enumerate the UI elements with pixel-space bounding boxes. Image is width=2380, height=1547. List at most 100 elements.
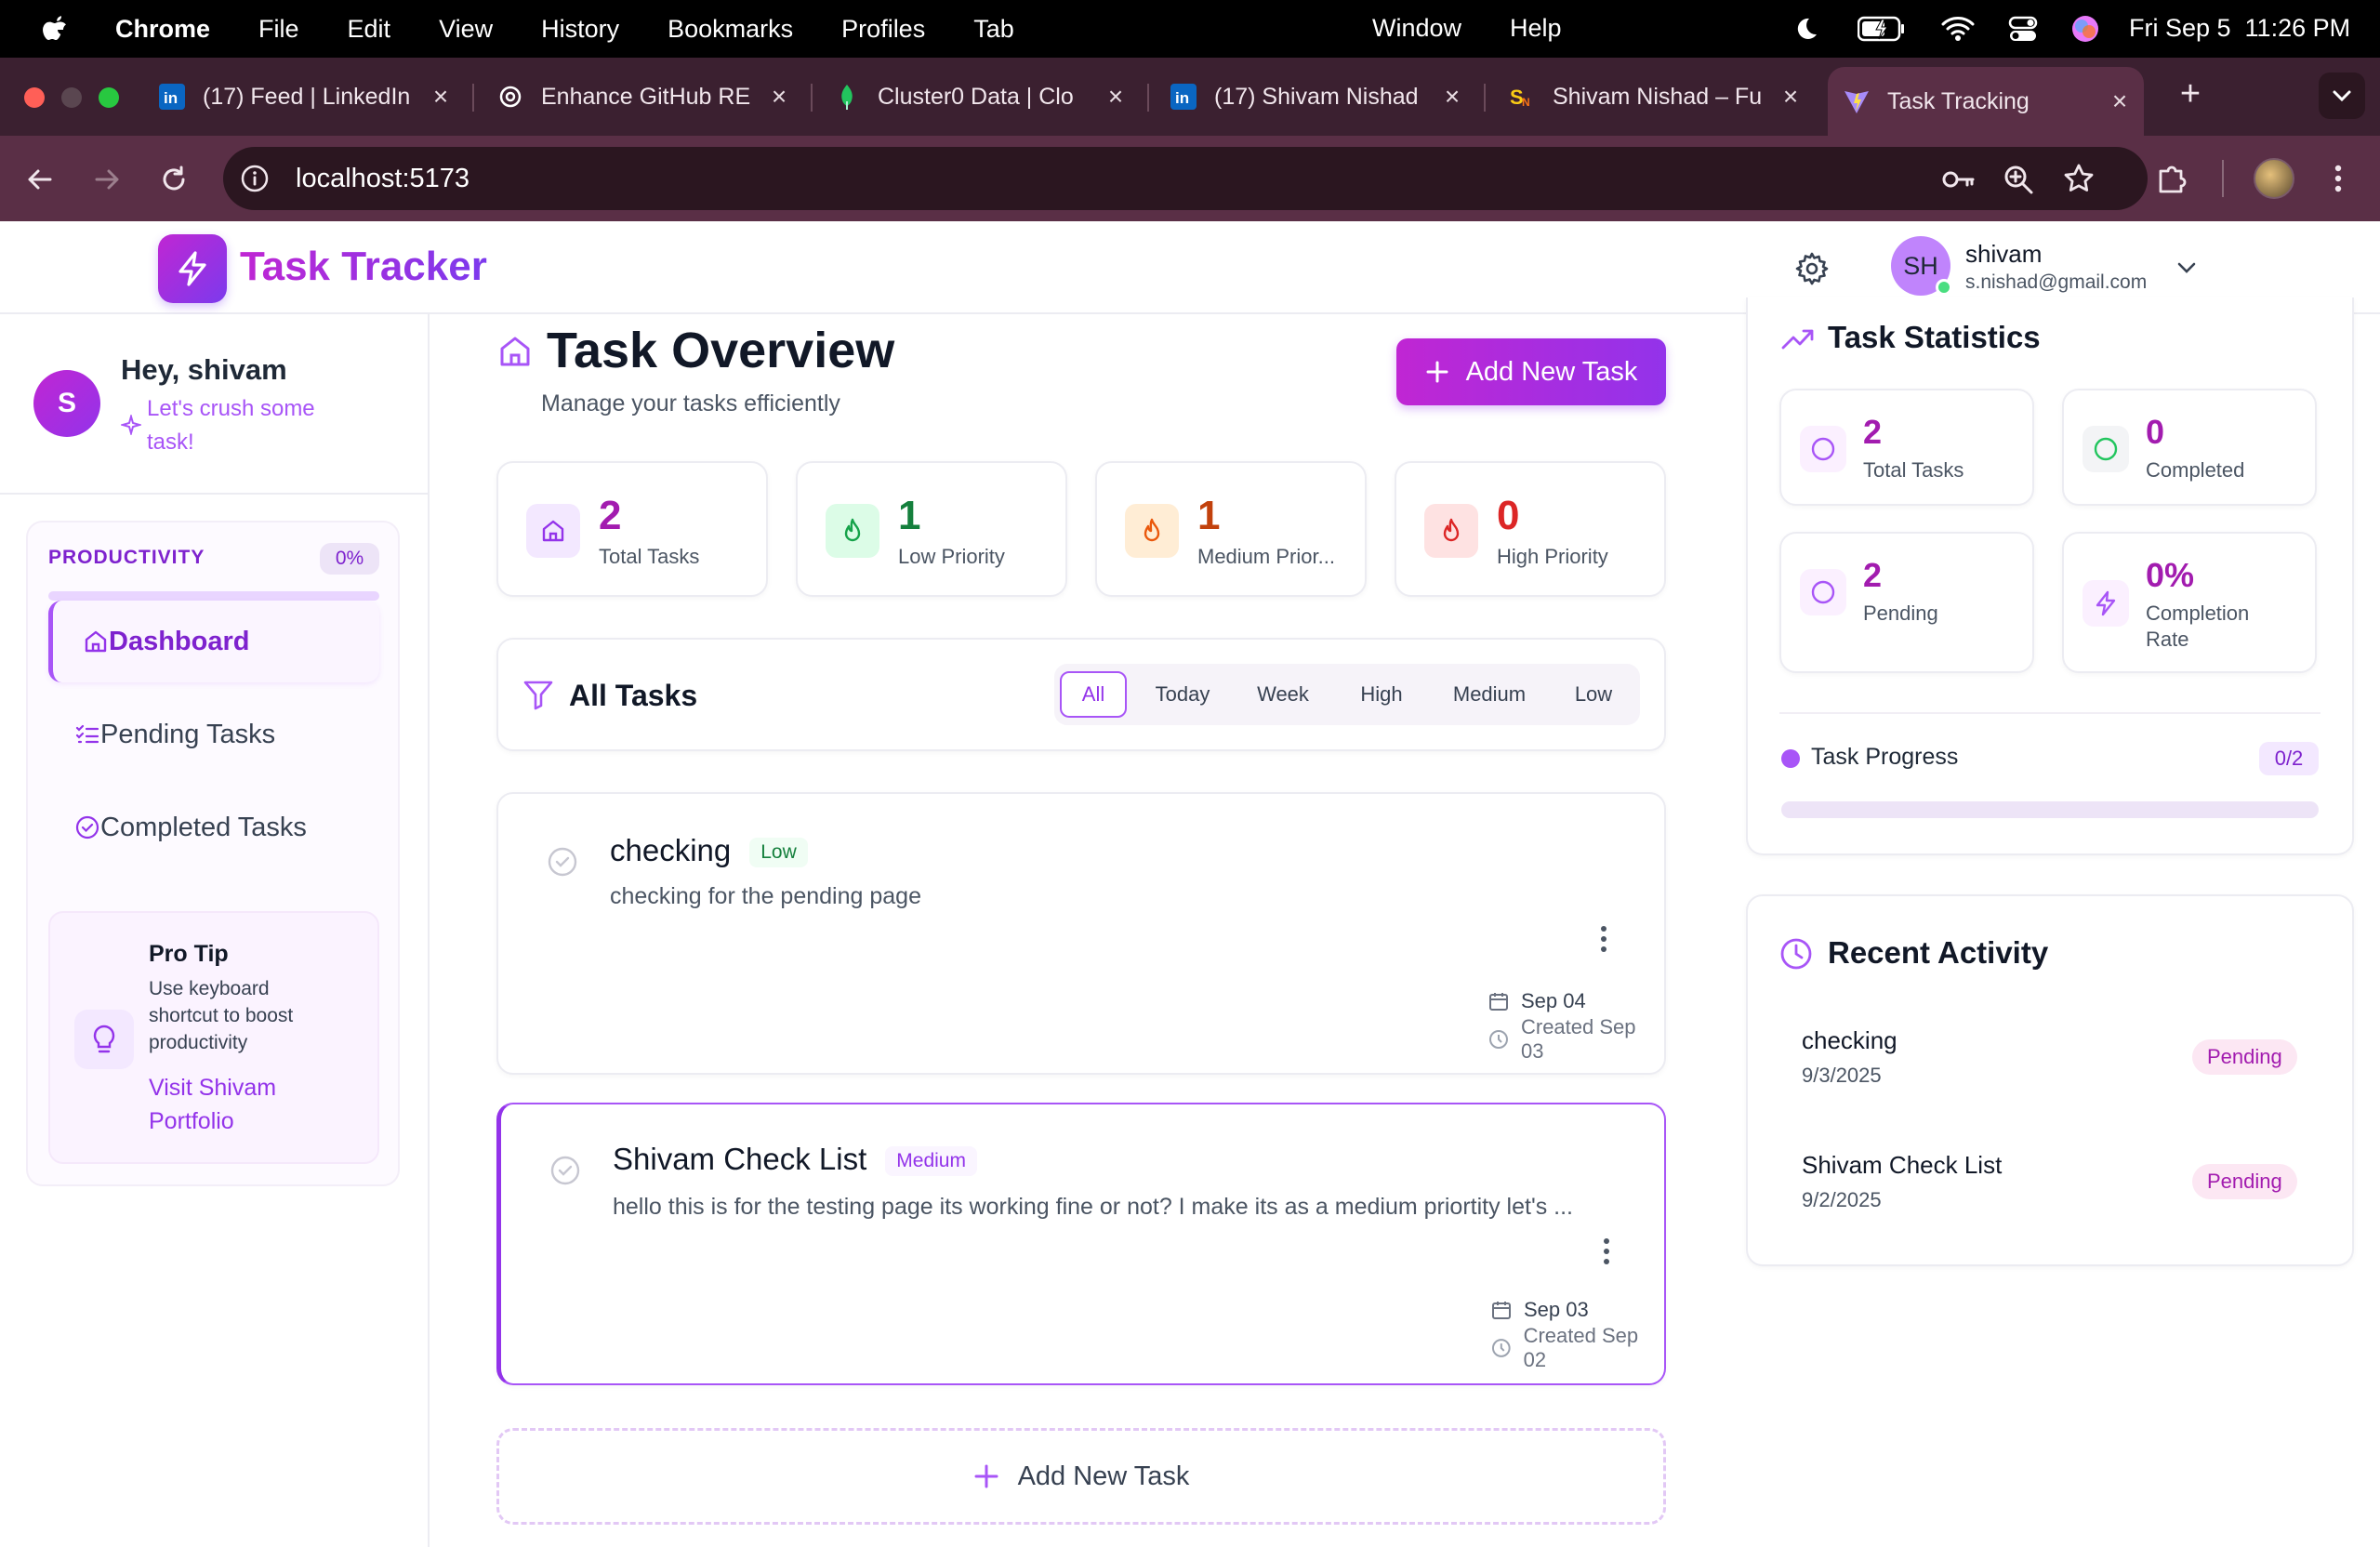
statistics-title: Task Statistics xyxy=(1828,320,2041,354)
portfolio-link-line2[interactable]: Portfolio xyxy=(149,1108,234,1135)
add-new-task-footer-button[interactable]: Add New Task xyxy=(496,1428,1666,1525)
page-subtitle: Manage your tasks efficiently xyxy=(541,390,840,416)
window-zoom-button[interactable] xyxy=(99,87,119,108)
siri-icon[interactable] xyxy=(2071,15,2099,43)
stat-label: Pending xyxy=(1863,602,1938,625)
battery-icon[interactable] xyxy=(1858,16,1906,42)
task-description: hello this is for the testing page its w… xyxy=(613,1194,1574,1220)
user-name: shivam xyxy=(1965,240,2043,268)
status-badge: Pending xyxy=(2192,1164,2297,1199)
task-title: checking xyxy=(610,833,732,867)
page-title: Task Overview xyxy=(547,323,895,378)
home-icon xyxy=(496,333,534,370)
lightning-icon xyxy=(178,251,206,286)
sidebar-item-pending-tasks[interactable]: Pending Tasks xyxy=(48,699,379,770)
sidebar-tagline-line1: Let's crush some xyxy=(147,396,315,421)
filter-high[interactable]: High xyxy=(1337,671,1426,718)
browser-tab[interactable]: SN Shivam Nishad – Fu × xyxy=(1508,71,1805,123)
new-tab-button[interactable]: + xyxy=(2174,74,2207,119)
calendar-icon xyxy=(1489,993,1508,1011)
logo[interactable] xyxy=(158,234,227,303)
menu-app-name[interactable]: Chrome xyxy=(115,15,210,44)
task-menu-icon[interactable] xyxy=(1599,924,1608,954)
profile-avatar[interactable] xyxy=(2254,158,2294,199)
menu-help[interactable]: Help xyxy=(1510,14,1562,43)
bookmark-star-icon[interactable] xyxy=(2062,162,2096,195)
sidebar-item-completed-tasks[interactable]: Completed Tasks xyxy=(48,792,379,863)
filter-medium[interactable]: Medium xyxy=(1435,671,1543,718)
moon-icon[interactable] xyxy=(1792,15,1820,43)
menu-profiles[interactable]: Profiles xyxy=(841,15,925,44)
menu-history[interactable]: History xyxy=(541,15,619,44)
task-progress-bar xyxy=(1781,801,2319,818)
control-center-icon[interactable] xyxy=(2008,14,2038,44)
complete-toggle[interactable] xyxy=(547,846,578,878)
window-minimize-button[interactable] xyxy=(61,87,82,108)
tab-close-icon[interactable]: × xyxy=(1437,82,1467,112)
tab-close-icon[interactable]: × xyxy=(2105,86,2135,116)
sidebar-tagline-line2: task! xyxy=(147,430,194,455)
tab-title: Task Tracking xyxy=(1887,87,2030,114)
add-new-task-button[interactable]: Add New Task xyxy=(1396,338,1666,405)
recent-activity-title: Recent Activity xyxy=(1828,935,2049,970)
zoom-icon[interactable] xyxy=(2003,164,2034,195)
portfolio-link-line1[interactable]: Visit Shivam xyxy=(149,1075,276,1102)
password-key-icon[interactable] xyxy=(1941,164,1977,195)
task-created-date: Created Sep 02 xyxy=(1523,1324,1639,1371)
menubar-clock[interactable]: Fri Sep 5 11:26 PM xyxy=(2129,14,2350,43)
stat-card-high: 0 High Priority xyxy=(1395,461,1666,597)
filter-week[interactable]: Week xyxy=(1238,671,1328,718)
tab-close-icon[interactable]: × xyxy=(1101,82,1130,112)
tab-search-button[interactable] xyxy=(2319,73,2365,119)
reload-button[interactable] xyxy=(158,164,190,195)
activity-date: 9/3/2025 xyxy=(1802,1064,1882,1087)
user-menu-chevron-icon[interactable] xyxy=(2175,260,2198,275)
menu-file[interactable]: File xyxy=(258,15,299,44)
task-progress-count: 0/2 xyxy=(2259,742,2319,775)
menu-view[interactable]: View xyxy=(439,15,493,44)
wifi-icon[interactable] xyxy=(1941,15,1975,43)
filter-today[interactable]: Today xyxy=(1136,671,1229,718)
browser-tab[interactable]: in (17) Feed | LinkedIn × xyxy=(158,71,456,123)
browser-tab[interactable]: Enhance GitHub RE × xyxy=(496,71,794,123)
tab-close-icon[interactable]: × xyxy=(1776,82,1805,112)
task-due-date: Sep 03 xyxy=(1524,1298,1589,1321)
menu-tab[interactable]: Tab xyxy=(973,15,1014,44)
menu-bookmarks[interactable]: Bookmarks xyxy=(668,15,793,44)
app-title[interactable]: Task Tracker xyxy=(240,244,487,290)
activity-task-name: checking xyxy=(1802,1026,1897,1054)
browser-tab[interactable]: in (17) Shivam Nishad × xyxy=(1170,71,1467,123)
statistics-divider xyxy=(1779,712,2320,714)
extensions-puzzle-icon[interactable] xyxy=(2155,162,2188,195)
stat-card-total: 2 Total Tasks xyxy=(496,461,768,597)
task-card[interactable]: Shivam Check List Medium hello this is fo… xyxy=(496,1103,1666,1385)
site-info-icon[interactable] xyxy=(240,164,270,193)
browser-tab[interactable]: Cluster0 Data | Clo × xyxy=(833,71,1130,123)
home-icon xyxy=(526,504,580,558)
tab-separator xyxy=(811,84,813,112)
pro-tip-text-line3: productivity xyxy=(149,1032,248,1053)
address-bar[interactable]: localhost:5173 xyxy=(223,147,2148,210)
menu-window[interactable]: Window xyxy=(1372,14,1461,43)
forward-button[interactable] xyxy=(91,164,123,195)
apple-icon[interactable] xyxy=(41,13,69,45)
sidebar-item-label: Completed Tasks xyxy=(100,812,307,842)
task-card[interactable]: checking Low checking for the pending pag… xyxy=(496,792,1666,1075)
settings-gear-icon[interactable] xyxy=(1794,251,1830,286)
task-menu-icon[interactable] xyxy=(1602,1236,1611,1266)
activity-date: 9/2/2025 xyxy=(1802,1188,1882,1211)
complete-toggle[interactable] xyxy=(549,1155,581,1186)
arrow-right-icon xyxy=(95,169,119,190)
filter-low[interactable]: Low xyxy=(1553,671,1634,718)
clock-icon xyxy=(1491,1339,1511,1357)
tab-close-icon[interactable]: × xyxy=(426,82,456,112)
kebab-menu-icon[interactable] xyxy=(2332,162,2345,195)
browser-tab-active[interactable]: Task Tracking × xyxy=(1828,67,2144,136)
back-button[interactable] xyxy=(24,164,56,195)
filter-all[interactable]: All xyxy=(1060,671,1127,718)
list-check-icon xyxy=(74,721,100,747)
tab-close-icon[interactable]: × xyxy=(764,82,794,112)
window-close-button[interactable] xyxy=(24,87,45,108)
menu-edit[interactable]: Edit xyxy=(348,15,391,44)
sidebar-item-dashboard[interactable]: Dashboard xyxy=(48,601,379,682)
